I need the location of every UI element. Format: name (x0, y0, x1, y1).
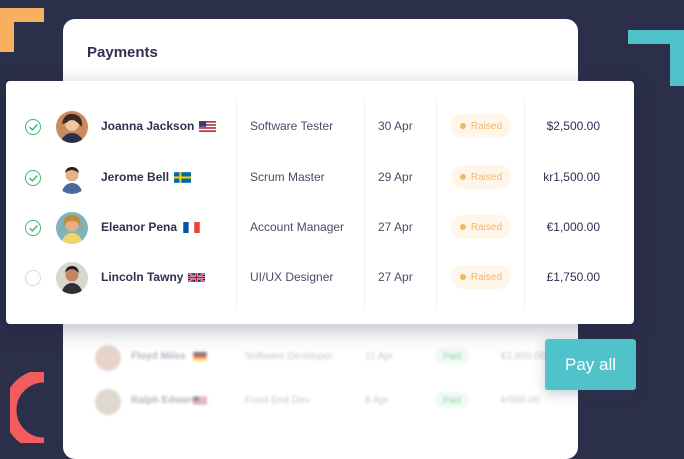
status-dot-icon (459, 123, 466, 129)
status-dot-icon (459, 174, 466, 180)
status-badge: Raised (451, 215, 511, 239)
table-row[interactable]: Lincoln Tawny UI/UX Designer 27 Apr Rais… (6, 253, 634, 303)
us-flag-icon (193, 396, 207, 405)
payee-name: Jerome Bell (101, 170, 170, 184)
row-checkbox[interactable] (25, 220, 41, 236)
check-icon (28, 174, 38, 182)
payment-amount: kr900.00 (501, 395, 540, 406)
status-label: Raised (470, 221, 503, 233)
payment-date: 8 Apr (365, 395, 389, 406)
payee-name: Lincoln Tawny (101, 270, 184, 284)
status-badge: Raised (451, 114, 511, 138)
status-badge: Paid (435, 348, 470, 364)
status-dot-icon (459, 274, 466, 280)
row-checkbox[interactable] (25, 119, 41, 135)
table-row: Floyd Miles Software Developer 11 Apr Pa… (63, 337, 578, 381)
background-payment-list: Floyd Miles Software Developer 11 Apr Pa… (63, 337, 578, 425)
de-flag-icon (193, 352, 207, 361)
status-badge: Raised (451, 265, 511, 289)
payment-date: 27 Apr (378, 270, 413, 284)
payment-amount: $2,500.00 (546, 119, 600, 133)
payment-date: 29 Apr (378, 170, 413, 184)
uk-flag-icon (188, 272, 205, 283)
payment-date: 27 Apr (378, 220, 413, 234)
se-flag-icon (174, 172, 191, 183)
payee-role: Scrum Master (250, 170, 325, 184)
table-row[interactable]: Joanna Jackson Software Tester 30 Apr Ra… (6, 102, 634, 152)
status-label: Raised (470, 171, 503, 183)
row-checkbox[interactable] (25, 170, 41, 186)
status-badge: Paid (435, 392, 470, 408)
selected-payments-panel: Joanna Jackson Software Tester 30 Apr Ra… (6, 81, 634, 324)
row-checkbox[interactable] (25, 270, 41, 286)
table-row[interactable]: Jerome Bell Scrum Master 29 Apr Raised k… (6, 153, 634, 203)
payment-amount: kr1,500.00 (543, 170, 600, 184)
payment-date: 30 Apr (378, 119, 413, 133)
payee-name: Eleanor Pena (101, 220, 178, 234)
avatar (56, 111, 88, 143)
payee-role: Software Developer (245, 351, 333, 362)
payee-role: Account Manager (250, 220, 345, 234)
payment-amount: €1,000.00 (546, 220, 600, 234)
status-dot-icon (459, 224, 466, 230)
page-title: Payments (87, 44, 158, 61)
payee-name: Joanna Jackson (101, 119, 195, 133)
payment-date: 11 Apr (365, 351, 394, 362)
us-flag-icon (199, 121, 216, 132)
check-icon (28, 224, 38, 232)
payment-amount: €1,800.00 (501, 351, 546, 362)
avatar (95, 389, 121, 415)
table-row[interactable]: Eleanor Pena Account Manager 27 Apr Rais… (6, 203, 634, 253)
status-label: Raised (470, 120, 503, 132)
avatar (56, 262, 88, 294)
avatar (56, 162, 88, 194)
payee-role: Software Tester (250, 119, 334, 133)
pay-all-button[interactable]: Pay all (545, 339, 636, 390)
payment-amount: £1,750.00 (546, 270, 600, 284)
avatar (56, 212, 88, 244)
fr-flag-icon (183, 222, 200, 233)
payee-name: Floyd Miles (131, 351, 186, 362)
teal-corner-shape (628, 30, 684, 86)
payee-role: Front End Dev (245, 395, 310, 406)
check-icon (28, 123, 38, 131)
table-row: Ralph Edwards Front End Dev 8 Apr Paid k… (63, 381, 578, 425)
avatar (95, 345, 121, 371)
status-label: Raised (470, 271, 503, 283)
red-arc-shape (10, 372, 45, 443)
payee-role: UI/UX Designer (250, 270, 334, 284)
status-badge: Raised (451, 165, 511, 189)
orange-corner-shape (0, 8, 44, 52)
